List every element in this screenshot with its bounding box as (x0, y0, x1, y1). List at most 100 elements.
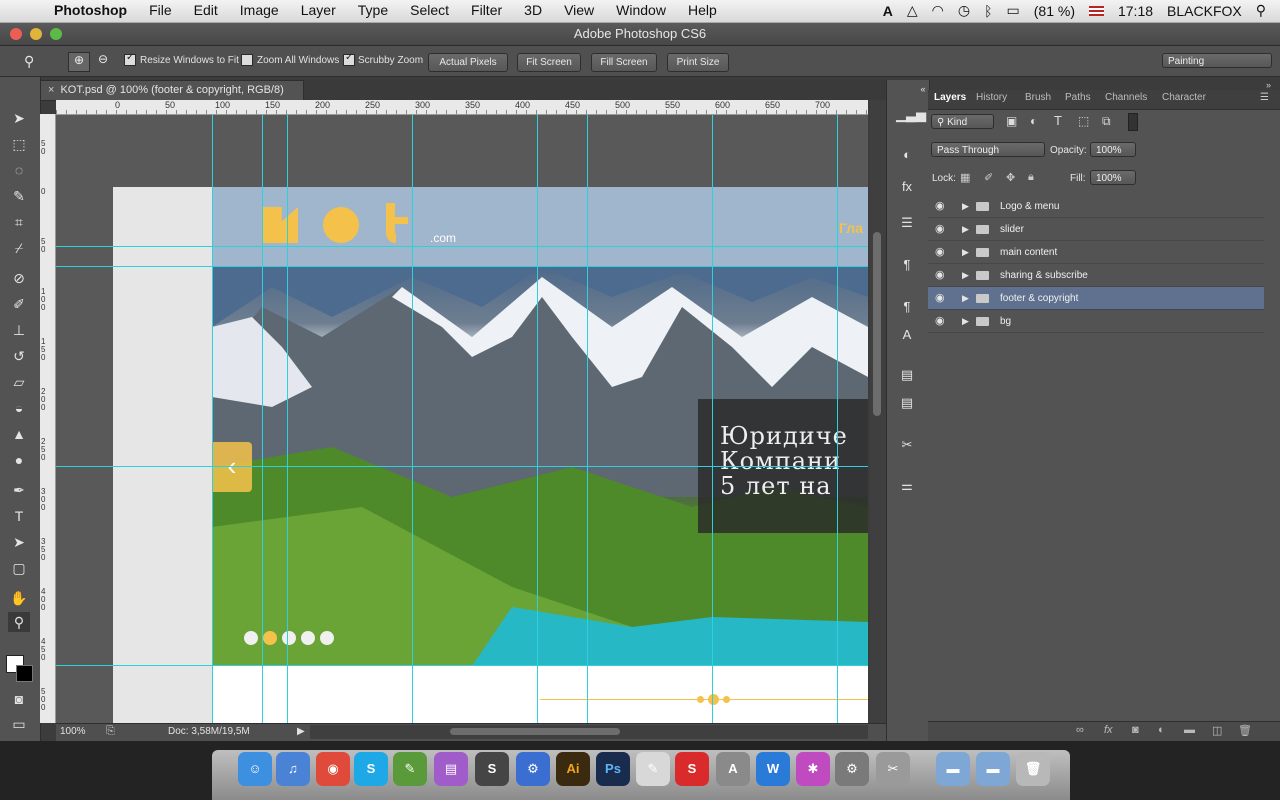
healing-brush-tool-icon[interactable]: ⊘ (8, 268, 30, 288)
spotlight-icon[interactable]: ⚲ (1256, 2, 1266, 19)
dock-word-icon[interactable]: W (756, 752, 790, 786)
scrubby-zoom-checkbox[interactable]: ✓ (343, 52, 355, 66)
blend-mode-select[interactable]: Pass Through (931, 142, 1045, 157)
menu-file[interactable]: File (149, 2, 172, 18)
dodge-tool-icon[interactable]: ● (8, 450, 30, 470)
wifi-icon[interactable]: ◠ (932, 2, 944, 19)
notes-icon[interactable]: ▤ (896, 394, 918, 412)
input-source-icon[interactable]: A (883, 3, 893, 19)
dock-utility-icon[interactable]: ✂ (876, 752, 910, 786)
guide-vertical[interactable] (837, 115, 838, 723)
tab-layers[interactable]: Layers (934, 92, 966, 103)
actual-pixels-button[interactable]: Actual Pixels (428, 53, 508, 72)
guide-horizontal[interactable] (56, 665, 868, 666)
fit-screen-button[interactable]: Fit Screen (517, 53, 581, 72)
tab-history[interactable]: History (976, 92, 1007, 103)
tool-presets-icon[interactable]: ✂ (896, 436, 918, 454)
menu-type[interactable]: Type (358, 2, 388, 18)
menu-filter[interactable]: Filter (471, 2, 502, 18)
vertical-scroll-thumb[interactable] (873, 232, 881, 416)
expand-group-icon[interactable]: ▶ (962, 270, 969, 281)
eraser-tool-icon[interactable]: ▱ (8, 372, 30, 392)
brush-tool-icon[interactable]: ✐ (8, 294, 30, 314)
filter-pixel-icon[interactable]: ▣ (1006, 114, 1017, 128)
layer-style-icon[interactable]: fx (1104, 724, 1113, 736)
horizontal-ruler[interactable] (56, 100, 868, 115)
adjustments-icon[interactable]: ◐ (896, 146, 918, 164)
minimize-window-button[interactable] (30, 28, 42, 40)
styles-icon[interactable]: fx (896, 178, 918, 196)
filter-adjustment-icon[interactable]: ◐ (1030, 114, 1037, 128)
battery-icon[interactable]: ▭ (1007, 2, 1020, 19)
panel-menu-icon[interactable]: ☰ (1260, 92, 1269, 103)
quick-mask-icon[interactable]: ◙ (8, 689, 30, 709)
layer-name[interactable]: main content (1000, 247, 1057, 258)
document-tab[interactable]: × KOT.psd @ 100% (footer & copyright, RGB… (40, 80, 304, 101)
dock-chrome-icon[interactable]: ◉ (316, 752, 350, 786)
delete-layer-icon[interactable]: 🗑︎ (1238, 724, 1252, 737)
visibility-eye-icon[interactable]: ◉ (935, 291, 945, 304)
type-tool-icon[interactable]: T (8, 506, 30, 526)
new-layer-icon[interactable]: ◫ (1212, 724, 1222, 737)
bluetooth-icon[interactable]: ᛒ (984, 3, 992, 19)
fill-screen-button[interactable]: Fill Screen (591, 53, 657, 72)
dock-itunes-icon[interactable]: ♫ (276, 752, 310, 786)
close-tab-icon[interactable]: × (48, 84, 54, 96)
doc-info[interactable]: Doc: 3,58M/19,5M (168, 726, 250, 737)
screen-mode-icon[interactable]: ▭ (8, 714, 30, 734)
dock-automator-icon[interactable]: ⚙ (516, 752, 550, 786)
filter-toggle-switch[interactable] (1128, 113, 1138, 131)
dock-folder-icon[interactable]: ▬ (936, 752, 970, 786)
menu-view[interactable]: View (564, 2, 594, 18)
visibility-eye-icon[interactable]: ◉ (935, 268, 945, 281)
user-name[interactable]: BLACKFOX (1167, 3, 1242, 19)
blur-tool-icon[interactable]: ▲ (8, 424, 30, 444)
dock-pages-icon[interactable]: ✎ (636, 752, 670, 786)
dock-evernote-icon[interactable]: ✎ (393, 752, 427, 786)
zoom-tool-icon[interactable]: ⚲ (8, 612, 30, 632)
menu-edit[interactable]: Edit (194, 2, 218, 18)
zoom-tool-preset-icon[interactable]: ⚲ (24, 53, 34, 70)
visibility-eye-icon[interactable]: ◉ (935, 314, 945, 327)
battery-percent[interactable]: (81 %) (1034, 3, 1075, 19)
opacity-input[interactable]: 100% (1090, 142, 1136, 157)
lock-transparent-icon[interactable]: ▦ (960, 171, 970, 184)
menu-image[interactable]: Image (240, 2, 279, 18)
properties-icon[interactable]: ⚌ (896, 477, 918, 495)
info-icon[interactable]: ▤ (896, 366, 918, 384)
guide-horizontal[interactable] (56, 266, 868, 267)
zoom-level[interactable]: 100% (60, 726, 86, 737)
menu-window[interactable]: Window (616, 2, 666, 18)
new-group-icon[interactable]: ▬ (1184, 724, 1195, 736)
history-brush-tool-icon[interactable]: ↺ (8, 346, 30, 366)
tab-brush[interactable]: Brush (1025, 92, 1051, 103)
filter-smart-object-icon[interactable]: ⧉ (1102, 114, 1111, 129)
path-selection-tool-icon[interactable]: ➤ (8, 532, 30, 552)
print-size-button[interactable]: Print Size (667, 53, 729, 72)
move-tool-icon[interactable]: ➤ (8, 108, 30, 128)
menu-help[interactable]: Help (688, 2, 717, 18)
filter-shape-icon[interactable]: ⬚ (1078, 114, 1089, 128)
zoom-out-icon[interactable]: ⊖ (93, 52, 113, 70)
drive-icon[interactable]: △ (907, 2, 918, 19)
dock-sublime-icon[interactable]: S (475, 752, 509, 786)
guide-horizontal[interactable] (56, 466, 868, 467)
guide-vertical[interactable] (587, 115, 588, 723)
paint-bucket-tool-icon[interactable]: ◒ (8, 398, 30, 418)
shape-tool-icon[interactable]: ▢ (8, 558, 30, 578)
tab-character[interactable]: Character (1162, 92, 1206, 103)
menu-3d[interactable]: 3D (524, 2, 542, 18)
menu-select[interactable]: Select (410, 2, 449, 18)
expand-group-icon[interactable]: ▶ (962, 224, 969, 235)
tab-paths[interactable]: Paths (1065, 92, 1091, 103)
add-mask-icon[interactable]: ◙ (1132, 724, 1139, 736)
background-color-swatch[interactable] (16, 665, 33, 682)
marquee-tool-icon[interactable]: ⬚ (8, 134, 30, 154)
time-machine-icon[interactable]: ◷ (958, 2, 970, 19)
status-menu-arrow-icon[interactable]: ▶ (297, 726, 305, 737)
menu-app-name[interactable]: Photoshop (54, 2, 127, 18)
lock-image-icon[interactable]: ✐ (984, 171, 993, 184)
link-layers-icon[interactable]: ∞ (1076, 724, 1084, 736)
dock-photoshop-icon[interactable]: Ps (596, 752, 630, 786)
visibility-eye-icon[interactable]: ◉ (935, 245, 945, 258)
